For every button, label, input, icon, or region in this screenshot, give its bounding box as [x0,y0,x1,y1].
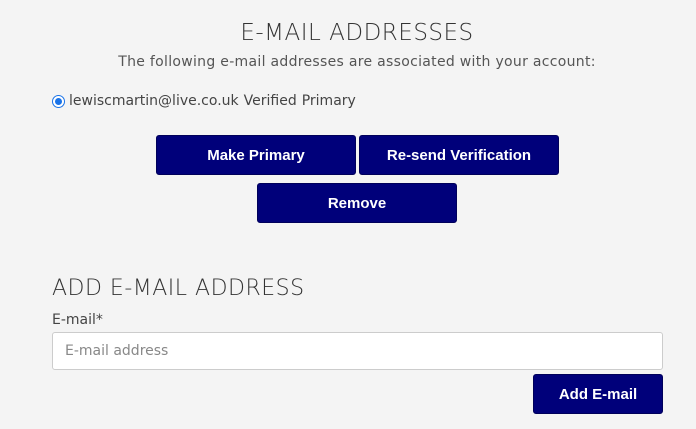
remove-email-button[interactable]: Remove [257,183,457,223]
email-address-text: lewiscmartin@live.co.uk [69,93,239,109]
page-subtitle: The following e-mail addresses are assoc… [118,54,596,70]
email-settings-page: E-MAIL ADDRESSES The following e-mail ad… [0,0,696,429]
resend-verification-button[interactable]: Re-send Verification [359,135,559,175]
email-primary-badge: Primary [301,93,356,109]
make-primary-button[interactable]: Make Primary [156,135,356,175]
email-verified-badge: Verified [243,93,297,109]
add-email-section-title: ADD E-MAIL ADDRESS [52,276,305,301]
email-field-label: E-mail* [52,312,103,328]
page-title: E-MAIL ADDRESSES [240,20,474,46]
email-radio-button[interactable] [52,94,65,108]
email-input[interactable] [52,332,663,370]
email-list-item: lewiscmartin@live.co.uk Verified Primary [52,93,356,109]
add-email-button[interactable]: Add E-mail [533,374,663,414]
